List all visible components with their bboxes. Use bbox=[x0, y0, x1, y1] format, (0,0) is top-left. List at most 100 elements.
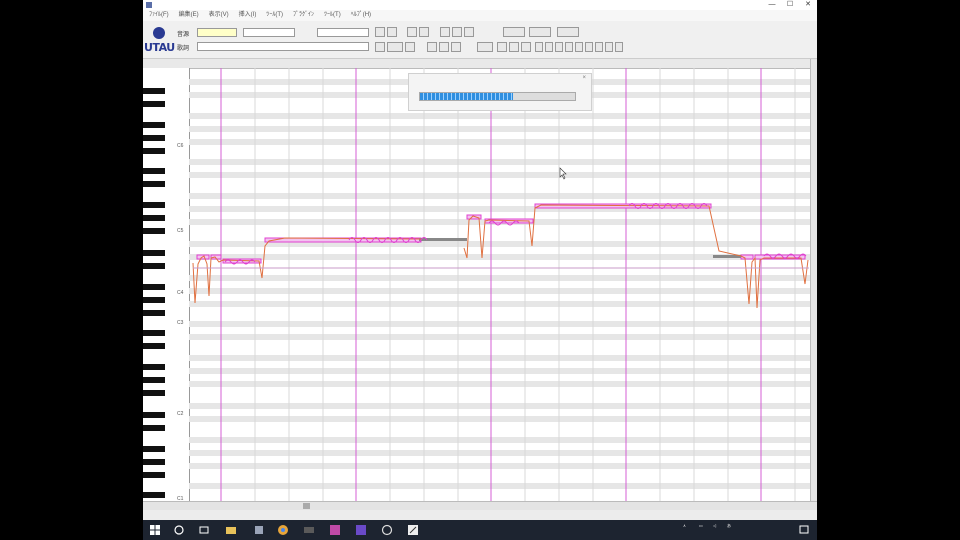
progress-close-button[interactable]: × bbox=[582, 75, 586, 81]
black-key[interactable] bbox=[143, 228, 165, 234]
black-key[interactable] bbox=[143, 390, 165, 396]
voice-field[interactable] bbox=[197, 42, 369, 51]
clock[interactable] bbox=[749, 523, 779, 529]
tempo-field[interactable] bbox=[197, 28, 237, 37]
circle-icon[interactable] bbox=[381, 524, 393, 536]
folder-icon[interactable] bbox=[225, 524, 237, 536]
black-key[interactable] bbox=[143, 88, 165, 94]
menu-edit[interactable]: 編集(E) bbox=[177, 10, 201, 21]
mode-button-8[interactable] bbox=[605, 42, 613, 52]
option-button[interactable] bbox=[529, 27, 551, 37]
black-key[interactable] bbox=[143, 425, 165, 431]
play-button[interactable] bbox=[452, 27, 462, 37]
back-button[interactable] bbox=[509, 42, 519, 52]
title-bar: — ☐ ✕ bbox=[143, 0, 817, 10]
black-key[interactable] bbox=[143, 202, 165, 208]
note-grid[interactable] bbox=[189, 68, 811, 501]
length-select[interactable] bbox=[405, 42, 415, 52]
black-key[interactable] bbox=[143, 492, 165, 498]
pause-button[interactable] bbox=[439, 42, 449, 52]
mode-button-3[interactable] bbox=[555, 42, 563, 52]
black-key[interactable] bbox=[143, 215, 165, 221]
pen-icon[interactable] bbox=[407, 524, 419, 536]
mode-button-6[interactable] bbox=[585, 42, 593, 52]
black-key[interactable] bbox=[143, 412, 165, 418]
black-key[interactable] bbox=[143, 343, 165, 349]
black-key[interactable] bbox=[143, 122, 165, 128]
snap-button[interactable] bbox=[375, 42, 385, 52]
voicebank-label: 音源 bbox=[177, 32, 190, 38]
black-key[interactable] bbox=[143, 330, 165, 336]
menu-view[interactable]: 表示(V) bbox=[207, 10, 231, 21]
stop-button-2[interactable] bbox=[451, 42, 461, 52]
close-button[interactable]: ✕ bbox=[799, 0, 817, 10]
mode-button-1[interactable] bbox=[535, 42, 543, 52]
mode-button-9[interactable] bbox=[615, 42, 623, 52]
grid-rows bbox=[189, 79, 811, 489]
piano-roll-editor: C6 C5 C4 C3 C2 C1 bbox=[143, 59, 817, 501]
network-icon[interactable]: ▭ bbox=[699, 523, 703, 529]
piano-keyboard[interactable]: C6 C5 C4 C3 C2 C1 bbox=[143, 68, 190, 501]
settings-button[interactable] bbox=[557, 27, 579, 37]
black-key[interactable] bbox=[143, 472, 165, 478]
black-key[interactable] bbox=[143, 250, 165, 256]
play-range-button[interactable] bbox=[503, 27, 525, 37]
zoom-in-button[interactable] bbox=[407, 27, 417, 37]
black-key[interactable] bbox=[143, 284, 165, 290]
menu-tools-2[interactable]: ﾂｰﾙ(T) bbox=[322, 10, 343, 21]
pointer-tool-button[interactable] bbox=[375, 27, 385, 37]
notification-icon[interactable] bbox=[798, 524, 810, 536]
vertical-scrollbar[interactable] bbox=[810, 59, 817, 501]
black-key[interactable] bbox=[143, 310, 165, 316]
pen-tool-button[interactable] bbox=[387, 27, 397, 37]
mode-button-2[interactable] bbox=[545, 42, 553, 52]
note-grid-canvas[interactable] bbox=[189, 68, 811, 501]
menu-tools[interactable]: ﾂｰﾙ(T) bbox=[264, 10, 285, 21]
black-key[interactable] bbox=[143, 297, 165, 303]
visual-studio-icon[interactable] bbox=[355, 524, 367, 536]
black-key[interactable] bbox=[143, 148, 165, 154]
black-key[interactable] bbox=[143, 135, 165, 141]
minimize-button[interactable]: — bbox=[763, 0, 781, 10]
black-key[interactable] bbox=[143, 101, 165, 107]
ime-icon[interactable]: あ bbox=[727, 523, 731, 529]
stop-button[interactable] bbox=[464, 27, 474, 37]
windows-taskbar: ∧ ▭ ◁ あ bbox=[143, 520, 817, 540]
forward-button[interactable] bbox=[521, 42, 531, 52]
black-key[interactable] bbox=[143, 377, 165, 383]
scroll-thumb[interactable] bbox=[303, 503, 310, 509]
tray-chevron-icon[interactable]: ∧ bbox=[683, 523, 686, 529]
mode-button-5[interactable] bbox=[575, 42, 583, 52]
quantize-select[interactable] bbox=[387, 42, 403, 52]
menu-plugins[interactable]: ﾌﾟﾗｸﾞｲﾝ bbox=[291, 10, 316, 21]
chrome-icon[interactable] bbox=[277, 524, 289, 536]
windows-start-icon[interactable] bbox=[149, 524, 161, 536]
zoom-out-button[interactable] bbox=[419, 27, 429, 37]
resampler-select[interactable] bbox=[243, 28, 295, 37]
volume-icon[interactable]: ◁ bbox=[713, 523, 716, 529]
menu-file[interactable]: ﾌｧｲﾙ(F) bbox=[147, 10, 171, 21]
play-button-2[interactable] bbox=[427, 42, 437, 52]
rewind-button[interactable] bbox=[440, 27, 450, 37]
maximize-button[interactable]: ☐ bbox=[781, 0, 799, 10]
task-view-icon[interactable] bbox=[198, 524, 210, 536]
horizontal-scrollbar[interactable] bbox=[143, 502, 817, 510]
black-key[interactable] bbox=[143, 364, 165, 370]
app-icon[interactable] bbox=[253, 524, 265, 536]
rec-button[interactable] bbox=[477, 42, 493, 52]
step-button[interactable] bbox=[497, 42, 507, 52]
menu-insert[interactable]: 挿入(I) bbox=[237, 10, 259, 21]
black-key[interactable] bbox=[143, 263, 165, 269]
wavtool-select[interactable] bbox=[317, 28, 369, 37]
black-key[interactable] bbox=[143, 459, 165, 465]
black-key[interactable] bbox=[143, 446, 165, 452]
mode-button-4[interactable] bbox=[565, 42, 573, 52]
mode-button-7[interactable] bbox=[595, 42, 603, 52]
utau-taskbar-icon[interactable] bbox=[329, 524, 341, 536]
search-icon[interactable] bbox=[173, 524, 185, 536]
black-key[interactable] bbox=[143, 181, 165, 187]
black-key[interactable] bbox=[143, 168, 165, 174]
window-controls: — ☐ ✕ bbox=[763, 0, 817, 10]
menu-help[interactable]: ﾍﾙﾌﾟ(H) bbox=[349, 10, 373, 21]
media-icon[interactable] bbox=[303, 524, 315, 536]
